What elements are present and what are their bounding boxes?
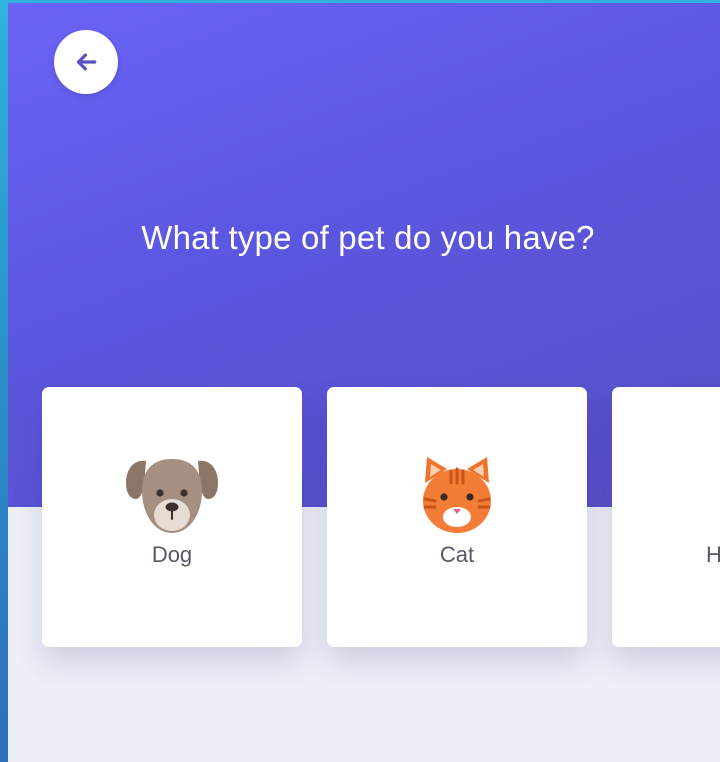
page-title: What type of pet do you have? [141, 219, 595, 256]
pet-card-dog[interactable]: Dog [42, 387, 302, 647]
back-button[interactable] [54, 30, 118, 94]
pet-label: Cat [439, 542, 475, 567]
arrow-left-icon [76, 53, 97, 71]
pet-card-cat[interactable]: Cat [327, 387, 587, 647]
pet-type-screen: What type of pet do you have? Dog Cat H [8, 3, 720, 762]
dog-icon [126, 459, 218, 533]
pet-card-partial[interactable]: H [612, 387, 720, 647]
cat-icon [423, 457, 491, 533]
pet-label: Dog [151, 542, 193, 567]
pet-label: H [706, 542, 720, 567]
